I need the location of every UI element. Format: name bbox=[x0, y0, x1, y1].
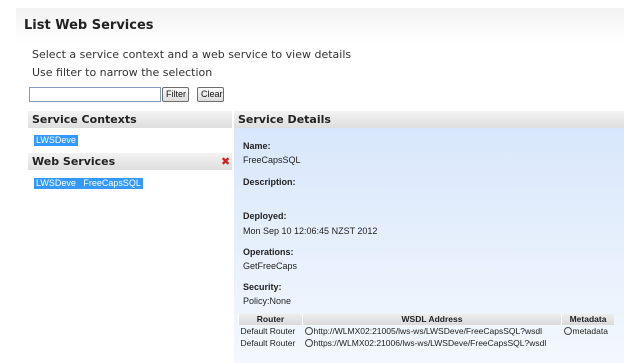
metadata-label[interactable]: metadata bbox=[573, 326, 608, 336]
column-header-wsdl: WSDL Address bbox=[302, 314, 562, 325]
filter-hint-text: Use filter to narrow the selection bbox=[32, 66, 213, 79]
security-value: Policy:None bbox=[243, 296, 292, 306]
filter-input[interactable] bbox=[29, 87, 161, 102]
column-header-router: Router bbox=[238, 314, 303, 325]
deployed-label: Deployed: bbox=[243, 211, 287, 221]
table-header-row: Router WSDL Address Metadata bbox=[238, 314, 614, 325]
service-contexts-header: Service Contexts bbox=[28, 111, 232, 128]
operations-label: Operations: bbox=[243, 247, 294, 257]
name-value: FreeCapsSQL bbox=[243, 155, 301, 165]
close-icon[interactable]: ✖ bbox=[221, 156, 230, 167]
operations-value: GetFreeCaps bbox=[243, 261, 298, 271]
security-label: Security: bbox=[243, 282, 282, 292]
description-label: Description: bbox=[243, 177, 296, 187]
service-context-item[interactable]: LWSDeve bbox=[34, 135, 78, 146]
page-title: List Web Services bbox=[24, 18, 154, 33]
column-header-metadata: Metadata bbox=[561, 314, 614, 325]
table-row: Default Router https://WLMX02:21006/lws-… bbox=[239, 337, 615, 349]
wsdl-address[interactable]: https://WLMX02:21006/lws-ws/LWSDeve/Free… bbox=[314, 338, 547, 348]
web-services-header: Web Services bbox=[28, 153, 232, 170]
endpoints-table: Router WSDL Address Metadata Default Rou… bbox=[238, 314, 614, 349]
table-row: Default Router http://WLMX02:21005/lws-w… bbox=[239, 325, 615, 337]
filter-button[interactable]: Filter bbox=[162, 87, 189, 102]
external-link-icon bbox=[563, 326, 572, 335]
router-cell: Default Router bbox=[240, 326, 296, 336]
router-cell: Default Router bbox=[240, 338, 296, 348]
service-details-header: Service Details bbox=[234, 111, 624, 128]
web-service-item[interactable]: LWSDeve FreeCapsSQL bbox=[34, 178, 143, 189]
metadata-cell bbox=[562, 337, 615, 349]
external-link-icon bbox=[304, 326, 313, 335]
instruction-text: Select a service context and a web servi… bbox=[32, 48, 352, 61]
deployed-value: Mon Sep 10 12:06:45 NZST 2012 bbox=[243, 226, 378, 236]
wsdl-link[interactable]: http://WLMX02:21005/lws-ws/LWSDeve/FreeC… bbox=[303, 325, 562, 337]
clear-button[interactable]: Clear bbox=[197, 87, 224, 102]
name-label: Name: bbox=[243, 141, 271, 151]
metadata-link[interactable]: metadata bbox=[562, 325, 615, 337]
external-link-icon bbox=[304, 338, 313, 347]
wsdl-link[interactable]: https://WLMX02:21006/lws-ws/LWSDeve/Free… bbox=[303, 337, 562, 349]
wsdl-address[interactable]: http://WLMX02:21005/lws-ws/LWSDeve/FreeC… bbox=[314, 326, 543, 336]
